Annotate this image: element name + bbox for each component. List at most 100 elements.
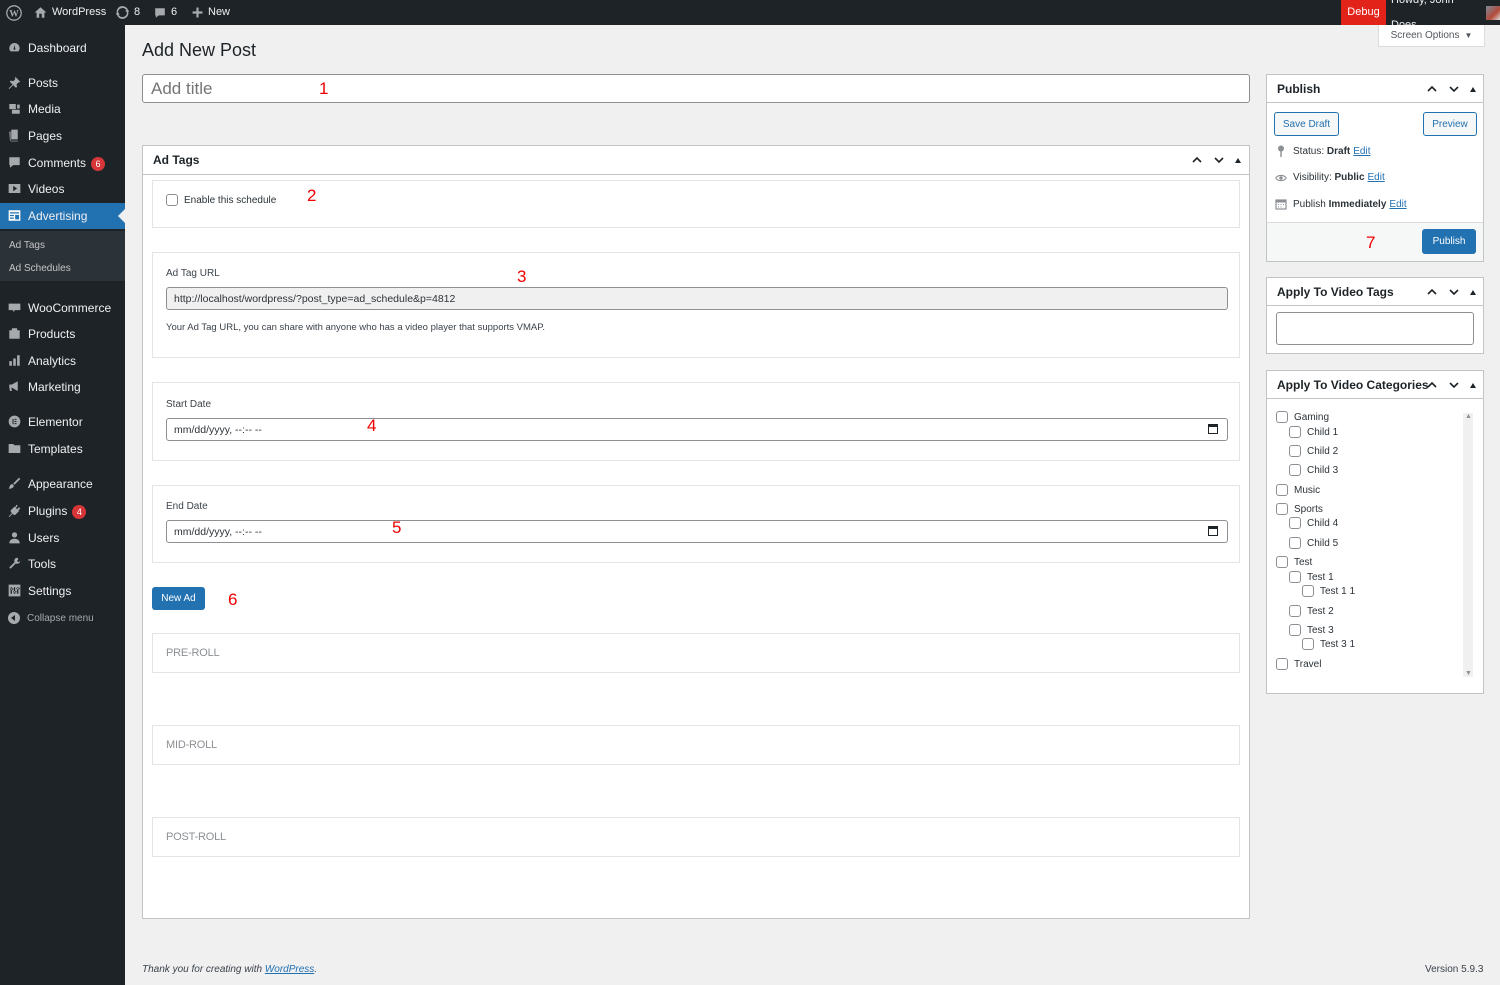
collapse-label: Collapse menu	[27, 612, 94, 624]
category-checkbox[interactable]	[1289, 464, 1301, 476]
start-date-input[interactable]: mm/dd/yyyy, --:-- --	[166, 418, 1228, 441]
publish-button[interactable]: Publish	[1422, 229, 1476, 254]
category-checkbox[interactable]	[1289, 624, 1301, 636]
category-item[interactable]: Test 3	[1289, 624, 1334, 636]
category-checkbox[interactable]	[1276, 411, 1288, 423]
wordpress-logo-icon[interactable]: W	[6, 0, 22, 25]
menu-item-pages[interactable]: Pages	[0, 123, 125, 149]
category-item[interactable]: Child 1	[1289, 426, 1338, 438]
category-item[interactable]: Travel	[1276, 658, 1321, 670]
end-date-input[interactable]: mm/dd/yyyy, --:-- --	[166, 520, 1228, 543]
enable-schedule-checkbox[interactable]: Enable this schedule	[166, 194, 276, 206]
advertising-submenu: Ad Tags Ad Schedules	[0, 231, 125, 281]
category-checkbox[interactable]	[1302, 585, 1314, 597]
menu-item-comments[interactable]: Comments 6	[0, 150, 125, 176]
menu-item-media[interactable]: Media	[0, 96, 125, 122]
category-item[interactable]: Child 5	[1289, 537, 1338, 549]
move-down-icon[interactable]	[1448, 286, 1460, 298]
menu-item-videos[interactable]: Videos	[0, 176, 125, 202]
menu-item-appearance[interactable]: Appearance	[0, 471, 125, 497]
move-down-icon[interactable]	[1448, 379, 1460, 391]
calendar-icon[interactable]	[1208, 424, 1218, 434]
post-title-input[interactable]	[142, 74, 1250, 103]
menu-item-analytics[interactable]: Analytics	[0, 348, 125, 374]
category-item[interactable]: Test 1	[1289, 571, 1334, 583]
new-content-link[interactable]: New	[192, 0, 230, 25]
move-up-icon[interactable]	[1426, 83, 1438, 95]
menu-label: Videos	[28, 182, 65, 196]
category-item[interactable]: Test 3 1	[1302, 638, 1355, 650]
category-checkbox[interactable]	[1276, 556, 1288, 568]
category-checkbox[interactable]	[1289, 605, 1301, 617]
toggle-panel-icon[interactable]	[1470, 382, 1476, 388]
collapse-menu-button[interactable]: Collapse menu	[8, 612, 94, 624]
toggle-panel-icon[interactable]	[1470, 289, 1476, 295]
menu-item-woocommerce[interactable]: WooCommerce	[0, 295, 125, 321]
menu-item-users[interactable]: Users	[0, 525, 125, 551]
menu-item-marketing[interactable]: Marketing	[0, 374, 125, 400]
scroll-down-icon[interactable]: ▼	[1465, 670, 1472, 677]
account-menu[interactable]: Howdy, John Does	[1391, 0, 1500, 31]
pin-icon	[1275, 145, 1287, 157]
scroll-up-icon[interactable]: ▲	[1465, 413, 1472, 420]
debug-button[interactable]: Debug	[1341, 0, 1386, 25]
checkbox[interactable]	[166, 194, 178, 206]
move-up-icon[interactable]	[1426, 286, 1438, 298]
menu-item-tools[interactable]: Tools	[0, 551, 125, 577]
toggle-panel-icon[interactable]	[1235, 157, 1241, 163]
category-item[interactable]: Sports	[1276, 503, 1323, 515]
site-name-link[interactable]: WordPress	[34, 0, 106, 25]
categories-scrollbar[interactable]: ▲ ▼	[1463, 413, 1473, 677]
calendar-icon[interactable]	[1208, 526, 1218, 536]
category-item[interactable]: Test 1 1	[1302, 585, 1355, 597]
category-item[interactable]: Test 2	[1289, 605, 1334, 617]
submenu-ad-schedules[interactable]: Ad Schedules	[9, 263, 71, 274]
category-item[interactable]: Child 2	[1289, 445, 1338, 457]
move-up-icon[interactable]	[1191, 154, 1203, 166]
menu-item-elementor[interactable]: Elementor	[0, 409, 125, 435]
pre-roll-section[interactable]: PRE-ROLL	[152, 633, 1240, 673]
category-checkbox[interactable]	[1276, 503, 1288, 515]
preview-button[interactable]: Preview	[1423, 112, 1477, 136]
category-checkbox[interactable]	[1276, 658, 1288, 670]
save-draft-button[interactable]: Save Draft	[1274, 112, 1339, 136]
visibility-value: Public	[1334, 172, 1365, 183]
move-down-icon[interactable]	[1448, 83, 1460, 95]
edit-visibility-link[interactable]: Edit	[1368, 172, 1385, 183]
edit-status-link[interactable]: Edit	[1353, 146, 1370, 157]
move-up-icon[interactable]	[1426, 379, 1438, 391]
menu-item-advertising[interactable]: Advertising	[0, 203, 125, 229]
menu-item-posts[interactable]: Posts	[0, 70, 125, 96]
menu-item-products[interactable]: Products	[0, 321, 125, 347]
post-roll-section[interactable]: POST-ROLL	[152, 817, 1240, 857]
new-ad-button[interactable]: New Ad	[152, 587, 205, 610]
category-checkbox[interactable]	[1276, 484, 1288, 496]
category-checkbox[interactable]	[1289, 571, 1301, 583]
toggle-panel-icon[interactable]	[1470, 86, 1476, 92]
menu-item-settings[interactable]: Settings	[0, 578, 125, 604]
category-item[interactable]: Music	[1276, 484, 1320, 496]
video-tags-input[interactable]	[1276, 312, 1474, 345]
submenu-ad-tags[interactable]: Ad Tags	[9, 240, 45, 251]
updates-link[interactable]: 8	[116, 0, 140, 25]
wordpress-link[interactable]: WordPress	[265, 964, 314, 975]
menu-item-dashboard[interactable]: Dashboard	[0, 35, 125, 61]
ad-tag-url-field[interactable]: http://localhost/wordpress/?post_type=ad…	[166, 287, 1228, 310]
category-item[interactable]: Gaming	[1276, 411, 1329, 423]
category-item[interactable]: Child 4	[1289, 517, 1338, 529]
advertising-icon	[8, 209, 21, 222]
category-checkbox[interactable]	[1289, 426, 1301, 438]
category-checkbox[interactable]	[1302, 638, 1314, 650]
menu-item-plugins[interactable]: Plugins 4	[0, 498, 125, 524]
category-checkbox[interactable]	[1289, 537, 1301, 549]
category-checkbox[interactable]	[1289, 445, 1301, 457]
category-item[interactable]: Test	[1276, 556, 1312, 568]
comments-link[interactable]: 6	[154, 0, 177, 25]
edit-publish-date-link[interactable]: Edit	[1389, 199, 1406, 210]
category-checkbox[interactable]	[1289, 517, 1301, 529]
menu-item-templates[interactable]: Templates	[0, 436, 125, 462]
category-item[interactable]: Child 3	[1289, 464, 1338, 476]
mid-roll-section[interactable]: MID-ROLL	[152, 725, 1240, 765]
move-down-icon[interactable]	[1213, 154, 1225, 166]
screen-options-button[interactable]: Screen Options ▼	[1378, 25, 1485, 47]
